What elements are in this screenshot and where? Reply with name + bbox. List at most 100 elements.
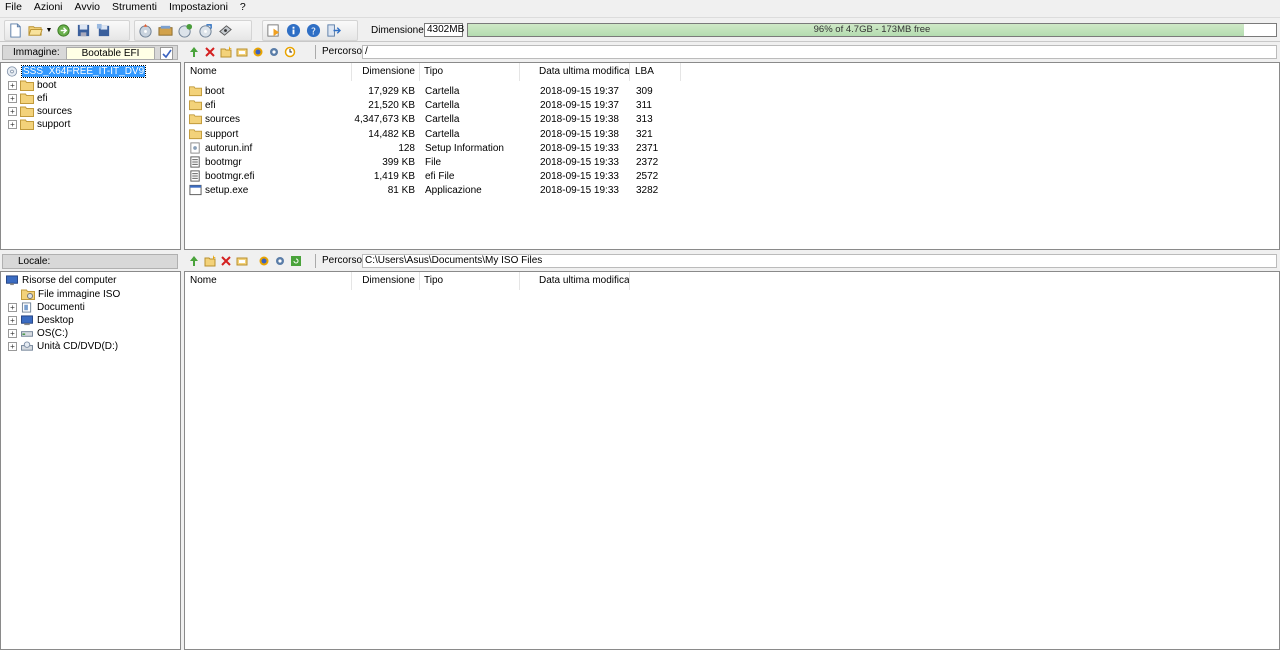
- column-divider[interactable]: [629, 63, 630, 81]
- column-divider[interactable]: [629, 272, 630, 290]
- save-button[interactable]: [73, 21, 93, 41]
- menu-settings[interactable]: Impostazioni: [163, 0, 234, 15]
- column-name[interactable]: Nome: [190, 272, 217, 290]
- column-type[interactable]: Tipo: [424, 63, 443, 81]
- desktop-icon: [20, 315, 35, 327]
- dimension-value: 4302MB: [424, 23, 464, 37]
- iso-root-node[interactable]: SSS_X64FREE_IT-IT_DV9: [5, 65, 147, 78]
- compress-button[interactable]: [175, 21, 195, 41]
- new-folder-button[interactable]: [218, 44, 234, 60]
- help-button[interactable]: ?: [303, 21, 323, 41]
- column-divider[interactable]: [680, 63, 681, 81]
- column-name[interactable]: Nome: [190, 63, 217, 81]
- local-file-list: Nome Dimensione Tipo Data ultima modific…: [184, 271, 1280, 650]
- expand-toggle[interactable]: +: [8, 81, 17, 90]
- column-type[interactable]: Tipo: [424, 272, 443, 290]
- column-size[interactable]: Dimensione: [351, 272, 415, 290]
- column-date[interactable]: Data ultima modifica: [539, 63, 630, 81]
- row-size: 399 KB: [382, 157, 415, 168]
- table-row[interactable]: bootmgr 399 KB File 2018-09-15 19:33 2372: [185, 156, 685, 170]
- view-button[interactable]: [282, 44, 298, 60]
- column-divider[interactable]: [519, 63, 520, 81]
- row-type: Applicazione: [425, 185, 482, 197]
- local-path-field[interactable]: C:\Users\Asus\Documents\My ISO Files: [362, 254, 1277, 268]
- new-folder-button[interactable]: [202, 253, 218, 269]
- image-properties-button[interactable]: [160, 47, 173, 60]
- menu-actions[interactable]: Azioni: [28, 0, 69, 15]
- expand-toggle[interactable]: +: [8, 107, 17, 116]
- expand-toggle[interactable]: +: [8, 94, 17, 103]
- open-button[interactable]: [25, 21, 45, 41]
- rename-icon: [236, 257, 248, 266]
- refresh-button[interactable]: [256, 253, 272, 269]
- tree-node-label: boot: [37, 80, 57, 91]
- tree-node-support[interactable]: + support: [8, 118, 70, 131]
- row-date: 2018-09-15 19:33: [540, 157, 619, 168]
- checksum-button[interactable]: [195, 21, 215, 41]
- up-folder-button[interactable]: [186, 253, 202, 269]
- column-divider[interactable]: [419, 272, 420, 290]
- expand-toggle[interactable]: +: [8, 316, 17, 325]
- new-button[interactable]: [5, 21, 25, 41]
- table-row[interactable]: bootmgr.efi 1,419 KB efi File 2018-09-15 19…: [185, 170, 685, 184]
- menu-tools[interactable]: Strumenti: [106, 0, 163, 15]
- column-size[interactable]: Dimensione: [351, 63, 415, 81]
- expand-toggle[interactable]: +: [8, 120, 17, 129]
- table-row[interactable]: setup.exe 81 KB Applicazione 2018-09-15 19:…: [185, 184, 685, 198]
- burn-button[interactable]: [135, 21, 155, 41]
- expand-toggle[interactable]: +: [8, 329, 17, 338]
- menu-help[interactable]: ?: [234, 0, 252, 15]
- properties-button[interactable]: [263, 21, 283, 41]
- column-lba[interactable]: LBA: [635, 63, 654, 81]
- refresh-button[interactable]: [250, 44, 266, 60]
- table-row[interactable]: sources 4,347,673 KB Cartella 2018-09-15 19…: [185, 113, 685, 127]
- image-path-field[interactable]: /: [362, 45, 1277, 59]
- row-date: 2018-09-15 19:38: [540, 114, 619, 126]
- file-toolbar-group: ▼: [4, 20, 130, 41]
- exit-button[interactable]: [323, 21, 343, 41]
- tree-node-iso-files[interactable]: File immagine ISO: [21, 288, 120, 301]
- column-date[interactable]: Data ultima modifica: [539, 272, 630, 290]
- computer-root-node[interactable]: Risorse del computer: [5, 274, 116, 287]
- open-dropdown[interactable]: ▼: [45, 21, 53, 41]
- delete-button[interactable]: [202, 44, 218, 60]
- tree-node-label: File immagine ISO: [38, 289, 121, 300]
- tree-node-documents[interactable]: + Documenti: [8, 301, 85, 314]
- rename-button[interactable]: [234, 253, 250, 269]
- tree-node-cd-dvd-drive[interactable]: + Unità CD/DVD(D:): [8, 340, 118, 353]
- tree-node-os-c[interactable]: + OS(C:): [8, 327, 68, 340]
- table-row[interactable]: support 14,482 KB Cartella 2018-09-15 19:38…: [185, 128, 685, 142]
- table-row[interactable]: boot 17,929 KB Cartella 2018-09-15 19:37 309: [185, 85, 685, 99]
- table-row[interactable]: efi 21,520 KB Cartella 2018-09-15 19:37 311: [185, 99, 685, 113]
- tree-node-sources[interactable]: + sources: [8, 105, 72, 118]
- settings-button[interactable]: [272, 253, 288, 269]
- extract-button[interactable]: [53, 21, 73, 41]
- row-lba: 2372: [636, 157, 659, 168]
- virtual-drive-button[interactable]: [215, 21, 235, 41]
- expand-toggle[interactable]: +: [8, 342, 17, 351]
- dimension-label: Dimensione:: [371, 25, 427, 36]
- tree-node-desktop[interactable]: + Desktop: [8, 314, 74, 327]
- save-as-button[interactable]: [93, 21, 113, 41]
- menu-boot[interactable]: Avvio: [69, 0, 107, 15]
- up-folder-button[interactable]: [186, 44, 202, 60]
- table-row[interactable]: autorun.inf 128 Setup Information 2018-09-1…: [185, 142, 685, 156]
- reload-button[interactable]: [288, 253, 304, 269]
- tree-node-boot[interactable]: + boot: [8, 79, 56, 92]
- column-divider[interactable]: [519, 272, 520, 290]
- tree-node-label: Desktop: [37, 315, 74, 326]
- row-size: 17,929 KB: [368, 86, 415, 97]
- rename-button[interactable]: [234, 44, 250, 60]
- extract-icon: [56, 24, 70, 37]
- tree-node-efi[interactable]: + efi: [8, 92, 48, 105]
- image-name-field[interactable]: Bootable EFI: [66, 47, 155, 60]
- menu-file[interactable]: File: [0, 0, 28, 15]
- settings-button[interactable]: [266, 44, 282, 60]
- delete-button[interactable]: [218, 253, 234, 269]
- mount-button[interactable]: [155, 21, 175, 41]
- row-name: bootmgr: [205, 157, 242, 168]
- column-divider[interactable]: [419, 63, 420, 81]
- tools-toolbar-group: [134, 20, 252, 41]
- info-button[interactable]: [283, 21, 303, 41]
- expand-toggle[interactable]: +: [8, 303, 17, 312]
